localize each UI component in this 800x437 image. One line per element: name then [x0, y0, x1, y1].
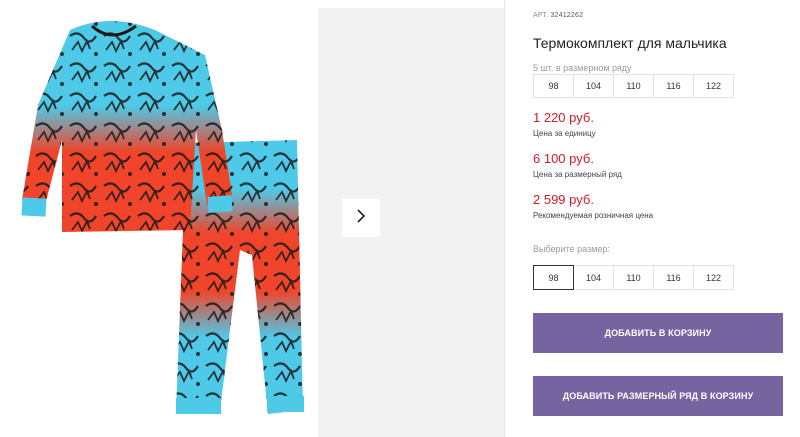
size-option-110[interactable]: 110	[613, 265, 654, 290]
series-size-item: 122	[693, 74, 734, 98]
series-size-item: 104	[573, 74, 614, 98]
product-title: Термокомплект для мальчика	[533, 35, 727, 51]
retail-price-label: Рекомендуемая розничная цена	[533, 211, 654, 220]
series-size-item: 116	[653, 74, 694, 98]
gallery-next-button[interactable]	[342, 199, 380, 237]
series-size-list: 98 104 110 116 122	[533, 74, 734, 98]
size-option-98[interactable]: 98	[533, 265, 574, 290]
series-caption: 5 шт. в размерном ряду	[533, 63, 632, 73]
article-number: АРТ. 32412262	[533, 12, 583, 19]
retail-price: 2 599 руб.	[533, 192, 594, 207]
unit-price: 1 220 руб.	[533, 110, 594, 125]
chevron-right-icon	[355, 208, 367, 229]
series-price: 6 100 руб.	[533, 151, 594, 166]
thermal-set-image	[21, 21, 304, 414]
add-series-to-cart-button[interactable]: ДОБАВИТЬ РАЗМЕРНЫЙ РЯД В КОРЗИНУ	[533, 376, 783, 416]
size-option-122[interactable]: 122	[693, 265, 734, 290]
article-value: 32412262	[550, 12, 584, 19]
size-option-116[interactable]: 116	[653, 265, 694, 290]
article-label: АРТ.	[533, 12, 549, 19]
series-size-item: 110	[613, 74, 654, 98]
choose-size-label: Выберите размер:	[533, 244, 610, 254]
product-gallery	[0, 0, 504, 437]
unit-price-label: Цена за единицу	[533, 129, 596, 138]
product-photo[interactable]	[0, 0, 318, 437]
column-divider	[504, 0, 505, 437]
size-selector: 98 104 110 116 122	[533, 265, 734, 290]
series-price-label: Цена за размерный ряд	[533, 170, 622, 179]
series-size-item: 98	[533, 74, 574, 98]
size-option-104[interactable]: 104	[573, 265, 614, 290]
add-to-cart-button[interactable]: ДОБАВИТЬ В КОРЗИНУ	[533, 313, 783, 353]
